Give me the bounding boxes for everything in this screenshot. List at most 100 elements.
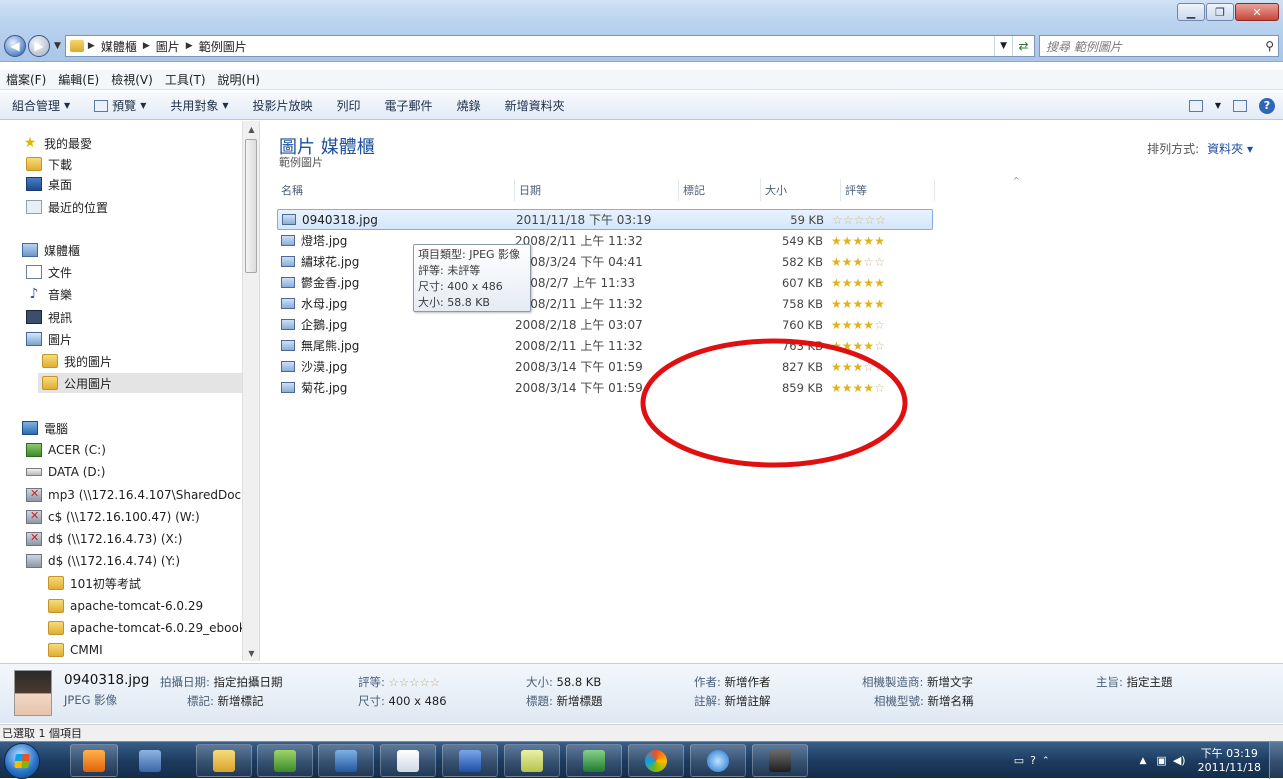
nav-videos[interactable]: 視訊 bbox=[26, 307, 72, 327]
show-desktop-button[interactable] bbox=[1269, 742, 1283, 779]
breadcrumb-sample-pictures[interactable]: 範例圖片 bbox=[199, 38, 247, 55]
nav-network-mp3[interactable]: mp3 (\\172.16.4.107\SharedDoc bbox=[26, 485, 241, 505]
arrange-dropdown[interactable]: 資料夾 ▾ bbox=[1207, 142, 1253, 156]
view-options-icon[interactable] bbox=[1188, 99, 1203, 112]
slideshow-button[interactable]: 投影片放映 bbox=[241, 97, 325, 114]
star-filled-icon[interactable]: ★ bbox=[831, 318, 842, 332]
star-filled-icon[interactable]: ★ bbox=[853, 255, 864, 269]
rating-stars-icon[interactable]: ★★★★☆ bbox=[831, 381, 885, 395]
close-button[interactable]: ✕ bbox=[1235, 3, 1279, 21]
address-bar[interactable]: ▶ 媒體櫃 ▶ 圖片 ▶ 範例圖片 ▼ ⇄ bbox=[64, 35, 1035, 57]
taskbar-app-outlook[interactable] bbox=[318, 744, 374, 777]
nav-folder-exam[interactable]: 101初等考試 bbox=[48, 573, 141, 593]
details-comment[interactable]: 註解: 新增註解 bbox=[694, 693, 771, 709]
email-button[interactable]: 電子郵件 bbox=[373, 97, 445, 114]
star-empty-icon[interactable]: ☆ bbox=[874, 318, 885, 332]
column-header-date[interactable]: 日期 bbox=[515, 179, 679, 201]
star-filled-icon[interactable]: ★ bbox=[831, 255, 842, 269]
forward-button[interactable]: ▶ bbox=[28, 35, 50, 57]
print-button[interactable]: 列印 bbox=[325, 97, 373, 114]
rating-stars-icon[interactable]: ☆☆☆☆☆ bbox=[389, 675, 441, 689]
file-row[interactable]: 水母.jpg 2008/2/11 上午 11:32 758 KB ★★★★★ bbox=[277, 293, 933, 314]
star-filled-icon[interactable]: ★ bbox=[863, 297, 874, 311]
minimize-button[interactable]: ▁ bbox=[1177, 3, 1205, 21]
star-filled-icon[interactable]: ★ bbox=[831, 339, 842, 353]
star-empty-icon[interactable]: ☆ bbox=[832, 213, 843, 227]
star-empty-icon[interactable]: ☆ bbox=[874, 339, 885, 353]
nav-scrollbar[interactable]: ▲ ▼ bbox=[242, 121, 259, 661]
menu-tools[interactable]: 工具(T) bbox=[159, 71, 212, 88]
volume-icon[interactable]: ◀) bbox=[1173, 754, 1186, 767]
nav-downloads[interactable]: 下載 bbox=[26, 154, 72, 174]
file-row[interactable]: 沙漠.jpg 2008/3/14 下午 01:59 827 KB ★★★☆☆ bbox=[277, 356, 933, 377]
rating-stars-icon[interactable]: ★★★☆☆ bbox=[831, 255, 885, 269]
taskbar-app-ie[interactable] bbox=[690, 744, 746, 777]
star-empty-icon[interactable]: ☆ bbox=[874, 381, 885, 395]
new-folder-button[interactable]: 新增資料夾 bbox=[493, 97, 577, 114]
details-tags[interactable]: 標記: 新增標記 bbox=[187, 693, 264, 709]
rating-stars-icon[interactable]: ★★★★★ bbox=[831, 234, 885, 248]
star-filled-icon[interactable]: ★ bbox=[874, 234, 885, 248]
star-filled-icon[interactable]: ★ bbox=[863, 318, 874, 332]
nav-network-y[interactable]: d$ (\\172.16.4.74) (Y:) bbox=[26, 551, 180, 571]
taskbar-app-camera[interactable] bbox=[752, 744, 808, 777]
star-filled-icon[interactable]: ★ bbox=[863, 381, 874, 395]
file-row[interactable]: 鬱金香.jpg 2008/2/7 上午 11:33 607 KB ★★★★★ bbox=[277, 272, 933, 293]
nav-favorites[interactable]: ★ 我的最愛 bbox=[22, 133, 92, 153]
file-row[interactable]: 燈塔.jpg 2008/2/11 上午 11:32 549 KB ★★★★★ bbox=[277, 230, 933, 251]
preview-pane-icon[interactable] bbox=[1233, 99, 1247, 112]
file-row[interactable]: 0940318.jpg 2011/11/18 下午 03:19 59 KB ☆☆☆☆☆ bbox=[277, 209, 933, 230]
preview-button[interactable]: 預覽 ▼ bbox=[82, 97, 158, 114]
star-filled-icon[interactable]: ★ bbox=[874, 297, 885, 311]
rating-stars-icon[interactable]: ★★★★★ bbox=[831, 276, 885, 290]
nav-libraries[interactable]: 媒體櫃 bbox=[22, 240, 80, 260]
star-filled-icon[interactable]: ★ bbox=[853, 297, 864, 311]
breadcrumb-pictures[interactable]: 圖片 bbox=[156, 38, 180, 55]
taskbar-app-snipping[interactable] bbox=[504, 744, 560, 777]
details-camera-maker[interactable]: 相機製造商: 新增文字 bbox=[862, 674, 973, 690]
star-filled-icon[interactable]: ★ bbox=[831, 276, 842, 290]
chevron-right-icon[interactable]: ▶ bbox=[143, 41, 150, 51]
nav-music[interactable]: ♪ 音樂 bbox=[26, 284, 72, 304]
taskbar-app-paint[interactable] bbox=[628, 744, 684, 777]
search-icon[interactable]: ⚲ bbox=[1265, 39, 1274, 53]
menu-view[interactable]: 檢視(V) bbox=[105, 71, 159, 88]
nav-my-pictures[interactable]: 我的圖片 bbox=[42, 351, 112, 371]
rating-stars-icon[interactable]: ☆☆☆☆☆ bbox=[832, 213, 886, 227]
star-filled-icon[interactable]: ★ bbox=[842, 255, 853, 269]
details-rating[interactable]: 評等: ☆☆☆☆☆ bbox=[358, 674, 440, 690]
rating-stars-icon[interactable]: ★★★☆☆ bbox=[831, 360, 885, 374]
star-empty-icon[interactable]: ☆ bbox=[863, 255, 874, 269]
star-filled-icon[interactable]: ★ bbox=[853, 318, 864, 332]
star-filled-icon[interactable]: ★ bbox=[853, 381, 864, 395]
nav-pictures[interactable]: 圖片 bbox=[26, 329, 72, 349]
column-header-name[interactable]: 名稱 bbox=[277, 179, 515, 201]
star-filled-icon[interactable]: ★ bbox=[842, 360, 853, 374]
details-date[interactable]: 拍攝日期: 指定拍攝日期 bbox=[160, 674, 283, 690]
details-author[interactable]: 作者: 新增作者 bbox=[694, 674, 771, 690]
start-button[interactable] bbox=[4, 743, 40, 779]
show-hidden-icons[interactable]: ▲ bbox=[1140, 756, 1147, 766]
star-filled-icon[interactable]: ★ bbox=[842, 339, 853, 353]
details-title[interactable]: 標題: 新增標題 bbox=[526, 693, 603, 709]
nav-computer[interactable]: 電腦 bbox=[22, 418, 68, 438]
star-filled-icon[interactable]: ★ bbox=[842, 318, 853, 332]
file-row[interactable]: 企鵝.jpg 2008/2/18 上午 03:07 760 KB ★★★★☆ bbox=[277, 314, 933, 335]
chevron-right-icon[interactable]: ▶ bbox=[186, 41, 193, 51]
nav-drive-d[interactable]: DATA (D:) bbox=[26, 462, 105, 482]
column-header-tags[interactable]: 標記 bbox=[679, 179, 761, 201]
menu-edit[interactable]: 編輯(E) bbox=[52, 71, 105, 88]
star-empty-icon[interactable]: ☆ bbox=[843, 213, 854, 227]
file-row[interactable]: 繡球花.jpg 2008/3/24 下午 04:41 582 KB ★★★☆☆ bbox=[277, 251, 933, 272]
clock[interactable]: 下午 03:19 2011/11/18 bbox=[1190, 747, 1269, 775]
scroll-thumb[interactable] bbox=[245, 139, 257, 273]
details-camera-model[interactable]: 相機型號: 新增名稱 bbox=[874, 693, 974, 709]
refresh-icon[interactable]: ⇄ bbox=[1012, 36, 1034, 56]
nav-folder-tomcat-ebook[interactable]: apache-tomcat-6.0.29_ebook bbox=[48, 618, 246, 638]
nav-network-w[interactable]: c$ (\\172.16.100.47) (W:) bbox=[26, 507, 200, 527]
nav-network-x[interactable]: d$ (\\172.16.4.73) (X:) bbox=[26, 529, 182, 549]
taskbar-app-explorer[interactable] bbox=[196, 744, 252, 777]
column-header-size[interactable]: 大小 bbox=[761, 179, 841, 201]
star-filled-icon[interactable]: ★ bbox=[853, 339, 864, 353]
organize-button[interactable]: 組合管理 ▼ bbox=[0, 97, 82, 114]
